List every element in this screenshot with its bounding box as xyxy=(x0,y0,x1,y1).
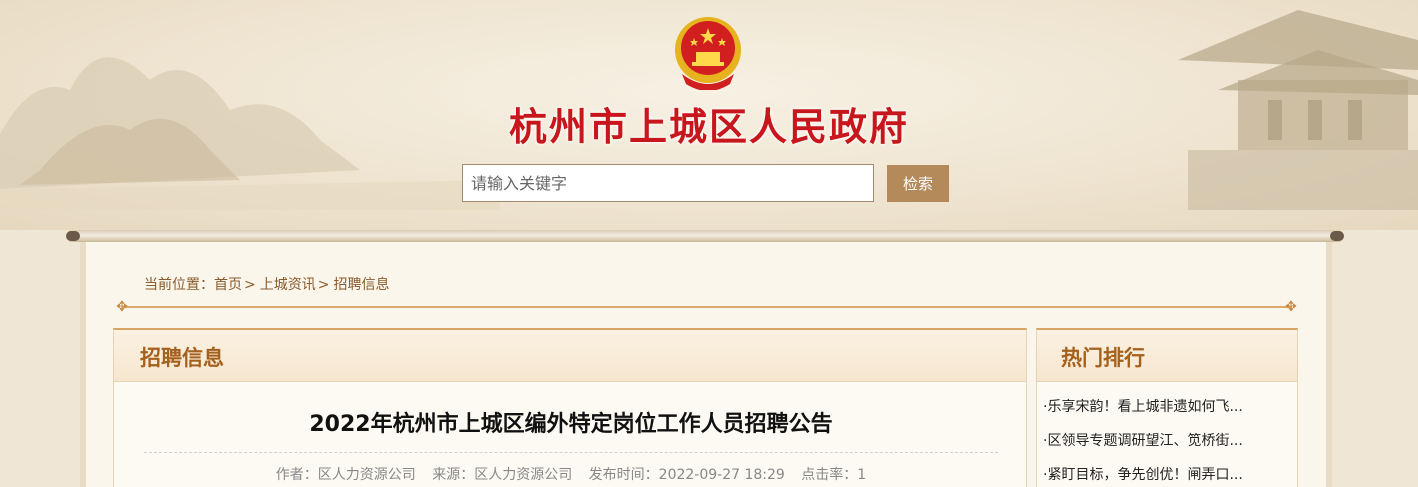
hot-ranking-title: 热门排行 xyxy=(1061,346,1145,370)
breadcrumb-home[interactable]: 首页 xyxy=(214,277,242,293)
search-button[interactable]: 检索 xyxy=(887,165,949,202)
breadcrumb: 当前位置：首页 > 上城资讯 > 招聘信息 xyxy=(144,274,389,294)
hot-ranking-list: ·乐享宋韵！看上城非遗如何飞... ·区领导专题调研望江、笕桥街... ·紧盯目… xyxy=(1037,382,1297,487)
breadcrumb-separator: > xyxy=(244,277,256,293)
article-divider xyxy=(144,452,998,453)
divider-line xyxy=(122,306,1292,308)
search-input[interactable] xyxy=(462,164,874,202)
meta-author: 作者：区人力资源公司 xyxy=(275,467,416,483)
breadcrumb-separator: > xyxy=(317,277,330,293)
list-item[interactable]: ·乐享宋韵！看上城非遗如何飞... xyxy=(1043,394,1297,428)
list-item[interactable]: ·区领导专题调研望江、笕桥街... xyxy=(1043,428,1297,462)
national-emblem-icon xyxy=(675,17,741,90)
meta-hits: 点击率：1 xyxy=(801,467,867,483)
tower-decoration xyxy=(1178,10,1418,210)
hot-ranking-panel: 热门排行 ·乐享宋韵！看上城非遗如何飞... ·区领导专题调研望江、笕桥街...… xyxy=(1036,328,1298,487)
scroll-rod-decoration xyxy=(66,230,1344,242)
breadcrumb-prefix: 当前位置： xyxy=(144,277,214,293)
breadcrumb-recruitment[interactable]: 招聘信息 xyxy=(333,277,389,293)
article-panel: 招聘信息 2022年杭州市上城区编外特定岗位工作人员招聘公告 作者：区人力资源公… xyxy=(113,328,1027,487)
site-title: 杭州市上城区人民政府 xyxy=(508,104,909,149)
ornament-icon: ✥ xyxy=(116,299,128,315)
list-item[interactable]: ·紧盯目标，争先创优！闸弄口... xyxy=(1043,462,1297,487)
section-title: 招聘信息 xyxy=(140,346,224,370)
breadcrumb-news[interactable]: 上城资讯 xyxy=(260,277,316,293)
article-title: 2022年杭州市上城区编外特定岗位工作人员招聘公告 xyxy=(309,412,833,437)
meta-source: 来源：区人力资源公司 xyxy=(432,467,573,483)
ornament-icon: ✥ xyxy=(1285,299,1297,315)
article-meta: 作者：区人力资源公司 来源：区人力资源公司 发布时间：2022-09-27 18… xyxy=(114,464,1028,484)
article-panel-header: 招聘信息 xyxy=(114,330,1026,382)
hot-ranking-header: 热门排行 xyxy=(1037,330,1297,382)
meta-published: 发布时间：2022-09-27 18:29 xyxy=(588,467,785,483)
landscape-decoration xyxy=(0,57,500,210)
